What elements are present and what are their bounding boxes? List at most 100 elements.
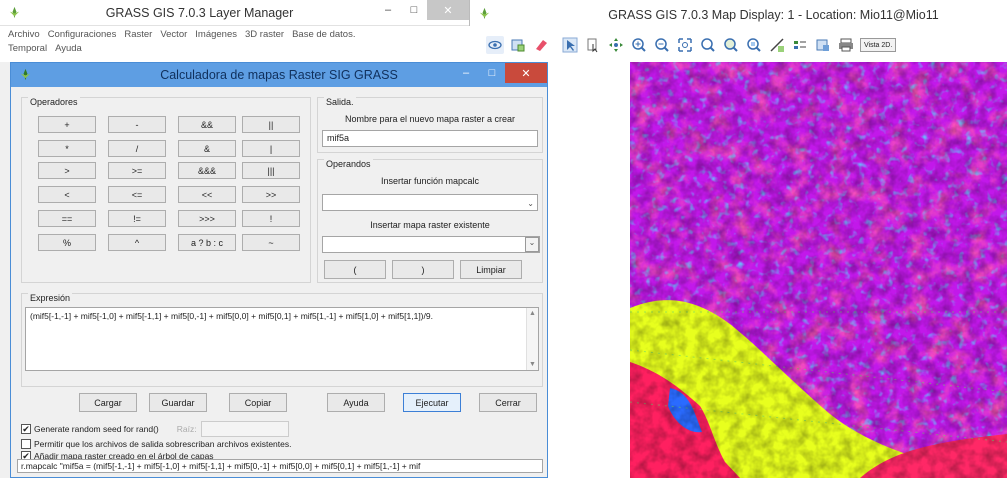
operands-label: Operandos	[324, 159, 373, 169]
expression-scrollbar[interactable]: ▲ ▼	[526, 308, 538, 370]
close-paren-button[interactable]: )	[392, 260, 454, 279]
menu-base-de-datos[interactable]: Base de datos.	[292, 29, 355, 40]
menu-raster[interactable]: Raster	[124, 29, 152, 40]
expression-text: (mif5[-1,-1] + mif5[-1,0] + mif5[-1,1] +…	[30, 311, 433, 321]
zoom-options-icon[interactable]	[745, 36, 763, 54]
maximize-button[interactable]: □	[479, 63, 505, 83]
close-button[interactable]: ✕	[427, 0, 469, 20]
operator-button[interactable]: &&	[178, 116, 236, 133]
chevron-down-icon[interactable]: ⌄	[525, 237, 539, 252]
raster-map-canvas[interactable]	[629, 62, 1007, 478]
operator-button[interactable]: %	[38, 234, 96, 251]
zoom-in-icon[interactable]	[630, 36, 648, 54]
zoom-map-icon[interactable]	[722, 36, 740, 54]
pan-icon[interactable]	[607, 36, 625, 54]
menu-archivo[interactable]: Archivo	[8, 29, 40, 40]
operator-button[interactable]: *	[38, 140, 96, 157]
operator-button[interactable]: |	[242, 140, 300, 157]
command-preview: r.mapcalc "mif5a = (mif5[-1,-1] + mif5[-…	[17, 459, 543, 473]
load-button[interactable]: Cargar	[79, 393, 137, 412]
output-caption: Nombre para el nuevo mapa raster a crear	[344, 114, 516, 124]
maximize-button[interactable]: □	[401, 0, 427, 20]
raster-map-image	[629, 62, 1007, 478]
random-seed-label: Generate random seed for rand()	[34, 424, 159, 434]
save-icon[interactable]	[814, 36, 832, 54]
chevron-down-icon: ⌄	[527, 199, 534, 208]
insert-function-select[interactable]: ⌄	[322, 194, 538, 211]
overwrite-option: Permitir que los archivos de salida sobr…	[21, 439, 291, 449]
clear-button[interactable]: Limpiar	[460, 260, 522, 279]
display-icon[interactable]	[486, 36, 504, 54]
legend-icon[interactable]	[791, 36, 809, 54]
scroll-down-icon[interactable]: ▼	[529, 361, 536, 368]
operator-button[interactable]: <	[38, 186, 96, 203]
map-toolbar: Vista 2D.	[478, 34, 1007, 56]
zoom-extent-icon[interactable]	[676, 36, 694, 54]
print-icon[interactable]	[837, 36, 855, 54]
run-button[interactable]: Ejecutar	[403, 393, 461, 412]
operator-button[interactable]: a ? b : c	[178, 234, 236, 251]
mapcalc-dialog: Calculadora de mapas Raster SIG GRASS – …	[10, 62, 548, 478]
operator-button[interactable]: !	[242, 210, 300, 227]
view-mode-select[interactable]: Vista 2D.	[860, 38, 897, 52]
menu-vector[interactable]: Vector	[160, 29, 187, 40]
measure-icon[interactable]	[768, 36, 786, 54]
seed-input	[200, 421, 289, 437]
render-icon[interactable]	[509, 36, 527, 54]
operator-button[interactable]: >	[38, 162, 96, 179]
operands-group: Operandos Insertar función mapcalc ⌄ Ins…	[317, 159, 543, 283]
operator-button[interactable]: ~	[242, 234, 300, 251]
copy-button[interactable]: Copiar	[229, 393, 287, 412]
mapcalc-titlebar[interactable]: Calculadora de mapas Raster SIG GRASS – …	[11, 63, 547, 87]
operator-button[interactable]: ||	[242, 116, 300, 133]
operator-button[interactable]: >>>	[178, 210, 236, 227]
zoom-out-icon[interactable]	[653, 36, 671, 54]
grass-icon	[479, 7, 490, 20]
operator-button[interactable]: -	[108, 116, 166, 133]
query-icon[interactable]	[584, 36, 602, 54]
dialog-window-controls: – □ ✕	[453, 63, 547, 83]
map-display-titlebar[interactable]: GRASS GIS 7.0.3 Map Display: 1 - Locatio…	[470, 0, 1007, 30]
operator-button[interactable]: /	[108, 140, 166, 157]
minimize-button[interactable]: –	[453, 63, 479, 83]
scroll-up-icon[interactable]: ▲	[529, 310, 536, 317]
operator-button[interactable]: +	[38, 116, 96, 133]
operator-button[interactable]: |||	[242, 162, 300, 179]
operators-label: Operadores	[28, 97, 80, 107]
zoom-back-icon[interactable]	[699, 36, 717, 54]
insert-function-caption: Insertar función mapcalc	[380, 176, 480, 186]
expression-textarea[interactable]: (mif5[-1,-1] + mif5[-1,0] + mif5[-1,1] +…	[25, 307, 539, 371]
operator-button[interactable]: &	[178, 140, 236, 157]
operator-button[interactable]: ==	[38, 210, 96, 227]
menu-3d-raster[interactable]: 3D raster	[245, 29, 284, 40]
insert-map-select[interactable]: ⌄	[322, 236, 540, 253]
menu-ayuda[interactable]: Ayuda	[55, 43, 82, 54]
overwrite-checkbox[interactable]	[21, 439, 31, 449]
erase-icon[interactable]	[532, 36, 550, 54]
operator-button[interactable]: &&&	[178, 162, 236, 179]
operator-button[interactable]: !=	[108, 210, 166, 227]
operator-button[interactable]: >=	[108, 162, 166, 179]
minimize-button[interactable]: –	[375, 0, 401, 20]
layer-manager-titlebar[interactable]: GRASS GIS 7.0.3 Layer Manager – □ ✕	[0, 0, 469, 26]
pointer-icon[interactable]	[561, 36, 579, 54]
random-seed-checkbox[interactable]: ✔	[21, 424, 31, 434]
operator-button[interactable]: ^	[108, 234, 166, 251]
menu-temporal[interactable]: Temporal	[8, 43, 47, 54]
save-button[interactable]: Guardar	[149, 393, 207, 412]
random-seed-option: ✔ Generate random seed for rand() Raíz:	[21, 421, 289, 437]
seed-label: Raíz:	[176, 424, 197, 434]
overwrite-label: Permitir que los archivos de salida sobr…	[34, 439, 292, 449]
window-controls: – □ ✕	[375, 0, 469, 20]
output-label: Salida.	[324, 97, 356, 107]
close-button[interactable]: ✕	[505, 63, 547, 83]
menu-configuraciones[interactable]: Configuraciones	[48, 29, 117, 40]
operator-button[interactable]: >>	[242, 186, 300, 203]
open-paren-button[interactable]: (	[324, 260, 386, 279]
output-map-name-input[interactable]: mif5a	[322, 130, 538, 147]
operator-button[interactable]: <<	[178, 186, 236, 203]
operator-button[interactable]: <=	[108, 186, 166, 203]
help-button[interactable]: Ayuda	[327, 393, 385, 412]
close-dialog-button[interactable]: Cerrar	[479, 393, 537, 412]
menu-imagenes[interactable]: Imágenes	[195, 29, 237, 40]
